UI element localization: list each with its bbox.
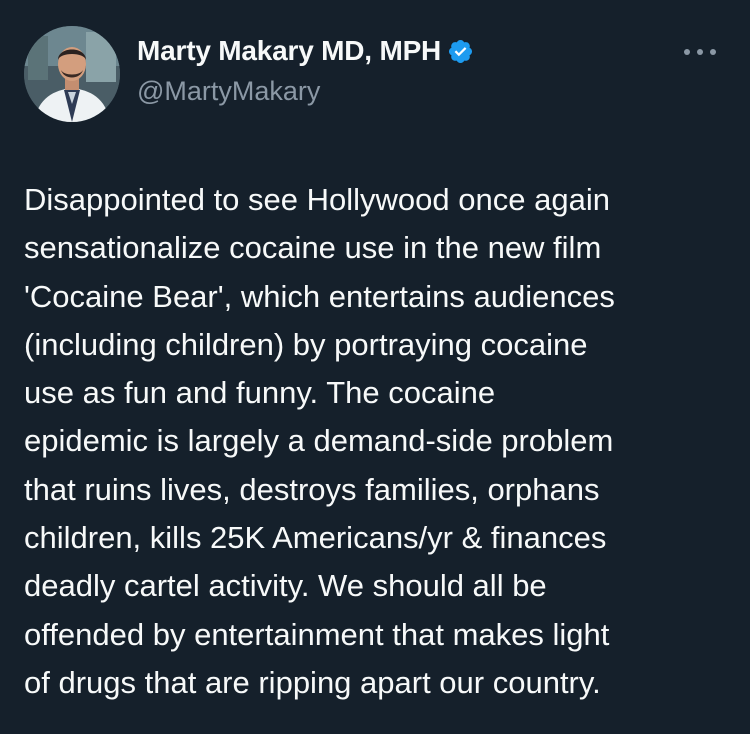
tweet-text-line: 'Cocaine Bear', which entertains audienc… (24, 278, 615, 314)
tweet-text-line: epidemic is largely a demand-side proble… (24, 423, 614, 459)
avatar[interactable] (24, 26, 120, 122)
author-name-row: Marty Makary MD, MPH (137, 33, 474, 69)
more-dot (697, 49, 703, 55)
more-dot (684, 49, 690, 55)
tweet-text-line: children, kills 25K Americans/yr & finan… (24, 520, 607, 556)
tweet-text-line: sensationalize cocaine use in the new fi… (24, 230, 602, 266)
tweet-text-line: deadly cartel activity. We should all be (24, 568, 547, 604)
author-handle[interactable]: @MartyMakary (137, 76, 320, 107)
more-options-icon[interactable] (680, 40, 720, 64)
tweet-text: Disappointed to see Hollywood once again… (24, 176, 734, 707)
tweet-text-line: (including children) by portraying cocai… (24, 326, 588, 362)
tweet-text-line: of drugs that are ripping apart our coun… (24, 664, 601, 700)
tweet-text-line: Disappointed to see Hollywood once again (24, 182, 610, 217)
tweet-text-line: that ruins lives, destroys families, orp… (24, 471, 600, 507)
profile-photo-icon (24, 26, 120, 122)
tweet-card: Marty Makary MD, MPH @MartyMakary Disapp… (0, 0, 750, 734)
tweet-text-line: offended by entertainment that makes lig… (24, 616, 610, 652)
more-dot (710, 49, 716, 55)
verified-badge-icon (447, 38, 474, 65)
tweet-text-line: use as fun and funny. The cocaine (24, 375, 496, 411)
author-display-name[interactable]: Marty Makary MD, MPH (137, 35, 441, 67)
